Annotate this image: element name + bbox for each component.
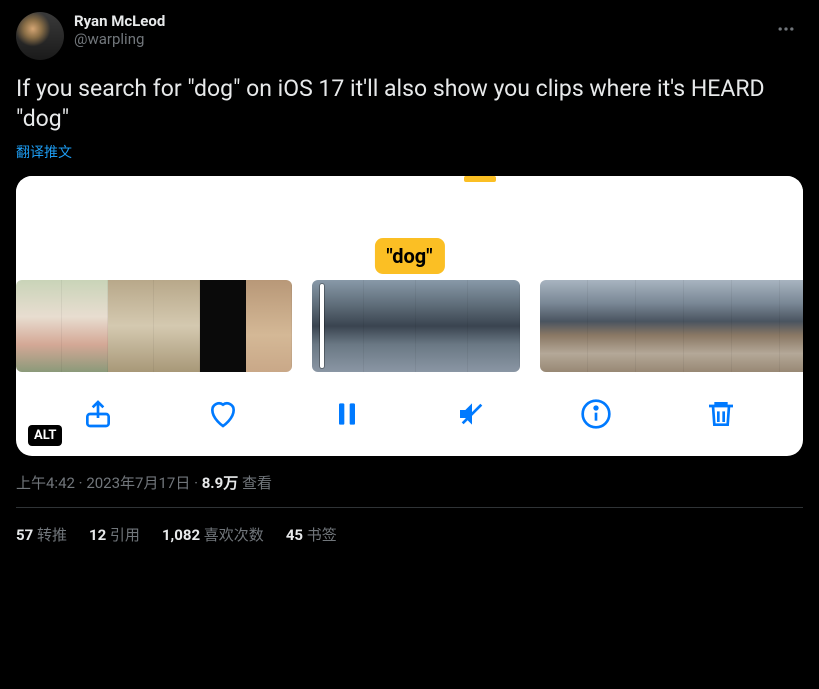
media-header: "dog" (16, 176, 803, 276)
thumbnail (540, 280, 588, 372)
author-handle[interactable]: @warpling (74, 30, 803, 48)
media-controls (16, 376, 803, 452)
likes-label: 喜欢次数 (204, 526, 264, 544)
retweets-count: 57 (16, 526, 33, 544)
pause-icon (331, 398, 363, 430)
delete-button[interactable] (701, 394, 741, 434)
quotes-count: 12 (89, 526, 106, 544)
info-button[interactable] (576, 394, 616, 434)
tweet-meta: 上午4:42 · 2023年7月17日 · 8.9万 查看 (16, 472, 803, 493)
more-icon (776, 19, 796, 39)
thumbnail (780, 280, 803, 372)
clip-group-2[interactable] (312, 280, 520, 372)
heart-icon (207, 398, 239, 430)
thumbnail (636, 280, 684, 372)
info-icon (580, 398, 612, 430)
playhead[interactable] (320, 284, 324, 368)
thumbnail (62, 280, 108, 372)
retweets-stat[interactable]: 57 转推 (16, 524, 67, 545)
thumbnail (416, 280, 468, 372)
thumbnail (364, 280, 416, 372)
mute-icon (456, 398, 488, 430)
media-card[interactable]: "dog" (16, 176, 803, 456)
search-term-label: "dog" (374, 238, 444, 274)
thumbnail (200, 280, 246, 372)
video-timeline[interactable] (16, 276, 803, 376)
like-button[interactable] (203, 394, 243, 434)
alt-badge[interactable]: ALT (28, 425, 62, 446)
audio-match-marker (464, 176, 496, 182)
trash-icon (705, 398, 737, 430)
date[interactable]: 2023年7月17日 (86, 474, 190, 492)
avatar[interactable] (16, 12, 64, 60)
views-label: 查看 (242, 474, 272, 492)
clip-group-3[interactable] (540, 280, 803, 372)
thumbnail (732, 280, 780, 372)
pause-button[interactable] (327, 394, 367, 434)
time[interactable]: 上午4:42 (16, 474, 75, 492)
tweet-container: Ryan McLeod @warpling If you search for … (0, 0, 819, 557)
thumbnail (16, 280, 62, 372)
bookmarks-count: 45 (286, 526, 303, 544)
thumbnail (684, 280, 732, 372)
share-button[interactable] (78, 394, 118, 434)
author-name[interactable]: Ryan McLeod (74, 12, 803, 30)
translate-link[interactable]: 翻译推文 (16, 142, 803, 162)
user-info: Ryan McLeod @warpling (74, 12, 803, 48)
thumbnail (108, 280, 154, 372)
tweet-stats: 57 转推 12 引用 1,082 喜欢次数 45 书签 (16, 508, 803, 545)
thumbnail (246, 280, 292, 372)
mute-button[interactable] (452, 394, 492, 434)
views-count[interactable]: 8.9万 (202, 474, 239, 492)
likes-stat[interactable]: 1,082 喜欢次数 (162, 524, 264, 545)
thumbnail (154, 280, 200, 372)
bookmarks-stat[interactable]: 45 书签 (286, 524, 337, 545)
clip-group-1[interactable] (16, 280, 292, 372)
likes-count: 1,082 (162, 526, 200, 544)
more-options-button[interactable] (769, 12, 803, 46)
tweet-header: Ryan McLeod @warpling (16, 12, 803, 60)
tweet-text: If you search for "dog" on iOS 17 it'll … (16, 74, 803, 134)
quotes-label: 引用 (110, 526, 140, 544)
share-icon (82, 398, 114, 430)
bookmarks-label: 书签 (307, 526, 337, 544)
retweets-label: 转推 (37, 526, 67, 544)
thumbnail (468, 280, 520, 372)
quotes-stat[interactable]: 12 引用 (89, 524, 140, 545)
thumbnail (588, 280, 636, 372)
